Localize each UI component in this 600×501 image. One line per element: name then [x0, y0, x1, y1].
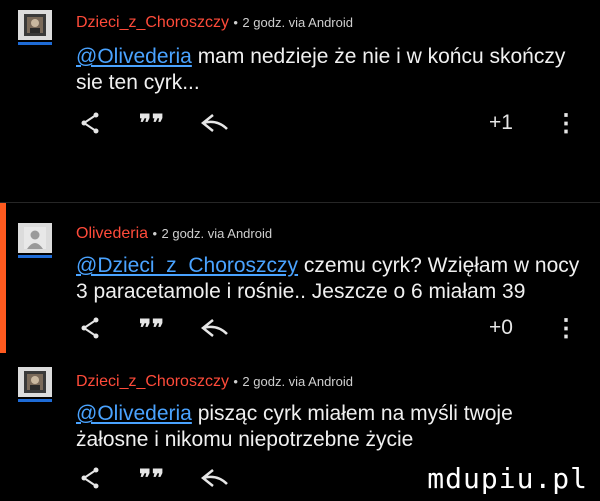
quote-icon: ❞❞ — [139, 315, 165, 341]
share-button[interactable] — [76, 110, 104, 136]
avatar[interactable] — [18, 223, 52, 253]
share-button[interactable] — [76, 315, 104, 341]
meta-separator: • — [152, 226, 158, 241]
quote-button[interactable]: ❞❞ — [134, 315, 170, 341]
avatar-underline — [18, 399, 52, 402]
meta-separator: • — [233, 15, 238, 30]
watermark: mdupiu.pl — [427, 462, 588, 495]
share-icon — [81, 112, 99, 134]
quote-button[interactable]: ❞❞ — [134, 465, 170, 491]
author-link[interactable]: Dzieci_z_Choroszczy — [76, 14, 229, 31]
author-link[interactable]: Olivederia — [76, 225, 148, 242]
comment-actions: ❞❞ +1 ⋮ — [76, 110, 578, 137]
share-button[interactable] — [76, 465, 104, 491]
avatar-image-icon — [24, 371, 46, 393]
reply-icon — [200, 319, 228, 337]
avatar[interactable] — [18, 367, 52, 397]
mention-link[interactable]: @Olivederia — [76, 402, 192, 425]
quote-icon: ❞❞ — [139, 465, 165, 491]
avatar-underline — [18, 42, 52, 45]
comment-time: 2 godz. via Android — [242, 15, 353, 30]
meta-separator: • — [233, 374, 238, 389]
comment-meta: Olivederia • 2 godz. via Android — [76, 225, 272, 243]
comment-body: @Olivederia mam nedzieje że nie i w końc… — [76, 44, 586, 96]
vote-count[interactable]: +0 — [476, 315, 526, 341]
comment-time: 2 godz. via Android — [161, 226, 273, 241]
mention-link[interactable]: @Olivederia — [76, 45, 192, 68]
avatar-default-icon — [24, 227, 46, 249]
comment-2: Olivederia • 2 godz. via Android @Dzieci… — [0, 203, 600, 353]
quote-button[interactable]: ❞❞ — [134, 110, 170, 136]
share-icon — [81, 467, 99, 489]
comment-body: @Dzieci_z_Choroszczy czemu cyrk? Wzięłam… — [76, 253, 586, 305]
reply-button[interactable] — [196, 315, 232, 341]
reply-icon — [200, 469, 228, 487]
more-options-button[interactable]: ⋮ — [554, 110, 578, 137]
reply-icon — [200, 114, 228, 132]
mention-link[interactable]: @Dzieci_z_Choroszczy — [76, 254, 298, 277]
comment-body: @Olivederia pisząc cyrk miałem na myśli … — [76, 401, 586, 453]
comment-actions: ❞❞ +0 ⋮ — [76, 315, 578, 342]
comment-time: 2 godz. via Android — [242, 374, 353, 389]
reply-button[interactable] — [196, 110, 232, 136]
author-link[interactable]: Dzieci_z_Choroszczy — [76, 373, 229, 390]
comment-1: Dzieci_z_Choroszczy • 2 godz. via Androi… — [0, 0, 600, 150]
quote-icon: ❞❞ — [139, 110, 165, 136]
more-options-button[interactable]: ⋮ — [554, 315, 578, 342]
avatar-underline — [18, 255, 52, 258]
avatar-image-icon — [24, 14, 46, 36]
comment-meta: Dzieci_z_Choroszczy • 2 godz. via Androi… — [76, 373, 353, 391]
avatar[interactable] — [18, 10, 52, 40]
share-icon — [81, 317, 99, 339]
comment-meta: Dzieci_z_Choroszczy • 2 godz. via Androi… — [76, 14, 353, 32]
reply-button[interactable] — [196, 465, 232, 491]
vote-count[interactable]: +1 — [476, 110, 526, 136]
